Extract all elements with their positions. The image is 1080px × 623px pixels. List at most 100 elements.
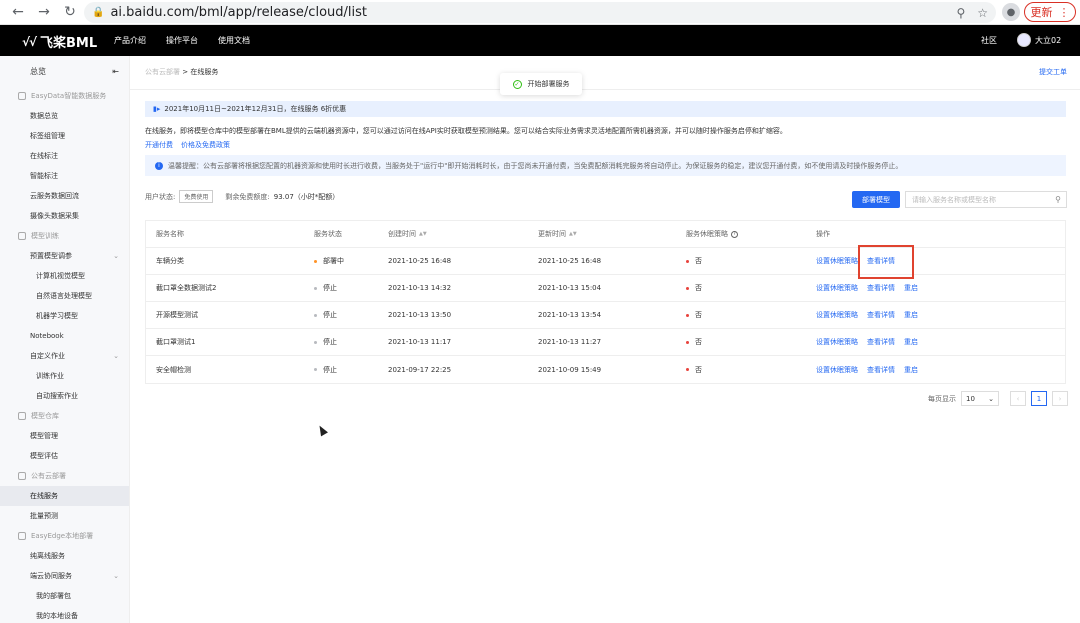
- sidebar-item-edge-cloud-service[interactable]: 端云协同服务 ⌄: [0, 566, 129, 586]
- address-bar[interactable]: 🔒 ai.baidu.com/bml/app/release/cloud/lis…: [84, 2, 996, 23]
- repository-icon: [18, 412, 26, 420]
- sidebar-item-ml-model[interactable]: 机器学习模型: [0, 306, 129, 326]
- sleep-dot: [686, 286, 689, 290]
- restart-link[interactable]: 重启: [904, 310, 918, 320]
- prev-page-button[interactable]: ‹: [1010, 391, 1026, 406]
- breadcrumb-parent[interactable]: 公有云部署: [145, 68, 180, 76]
- col-updated[interactable]: 更新时间 ▲▼: [528, 229, 676, 239]
- update-label: 更新: [1030, 6, 1053, 19]
- sidebar-item-data-reflow[interactable]: 云服务数据回流: [0, 186, 129, 206]
- per-page-select[interactable]: 10 ⌄: [961, 391, 999, 406]
- edge-device-icon: [18, 532, 26, 540]
- col-name: 服务名称: [146, 229, 304, 239]
- sidebar-item-model-eval[interactable]: 模型评估: [0, 446, 129, 466]
- table-row: 安全帽检测 停止 2021-09-17 22:25 2021-10-09 15:…: [146, 356, 1065, 383]
- chevron-down-icon: ⌄: [113, 252, 119, 260]
- status-dot-stopped: [314, 313, 317, 317]
- bookmark-star-icon[interactable]: ☆: [977, 6, 988, 20]
- sidebar-item-label: 批量预测: [30, 512, 58, 520]
- menu-item-docs[interactable]: 使用文档: [218, 35, 250, 46]
- status-dot-stopped: [314, 286, 317, 290]
- collapse-menu-icon[interactable]: ⇤: [112, 67, 119, 76]
- page-number-button[interactable]: 1: [1031, 391, 1047, 406]
- sidebar-item-custom-job[interactable]: 自定义作业 ⌄: [0, 346, 129, 366]
- view-detail-link[interactable]: 查看详情: [867, 337, 895, 347]
- sidebar-item-camera-collect[interactable]: 摄像头数据采集: [0, 206, 129, 226]
- update-button[interactable]: 更新 ⋮: [1024, 2, 1076, 22]
- reload-icon[interactable]: ↻: [60, 2, 80, 22]
- sleep-text: 否: [695, 338, 702, 346]
- sidebar-item-label-groups[interactable]: 标签组管理: [0, 126, 129, 146]
- profile-icon[interactable]: ●: [1002, 3, 1020, 21]
- open-payment-link[interactable]: 开通付费: [145, 140, 173, 150]
- sidebar-group-easydata: EasyData智能数据服务: [0, 86, 129, 106]
- menu-item-product[interactable]: 产品介绍: [114, 35, 146, 46]
- menu-item-platform[interactable]: 操作平台: [166, 35, 198, 46]
- sidebar-item-label: 模型评估: [30, 452, 58, 460]
- sidebar-item-smart-label[interactable]: 智能标注: [0, 166, 129, 186]
- sidebar-item-notebook[interactable]: Notebook: [0, 326, 129, 346]
- sidebar-item-model-manage[interactable]: 模型管理: [0, 426, 129, 446]
- sidebar-item-offline-service[interactable]: 纯离线服务: [0, 546, 129, 566]
- cell-ops: 设置休眠策略 查看详情: [806, 256, 1065, 266]
- cell-status: 停止: [304, 337, 378, 347]
- deploy-model-button[interactable]: 部署模型: [852, 191, 900, 208]
- cell-ops: 设置休眠策略 查看详情 重启: [806, 337, 1065, 347]
- sidebar-group-model-repo: 模型仓库: [0, 406, 129, 426]
- sidebar-item-train-job[interactable]: 训练作业: [0, 366, 129, 386]
- cell-status: 停止: [304, 365, 378, 375]
- sort-icon[interactable]: ▲▼: [419, 231, 427, 237]
- zoom-icon[interactable]: ⚲: [956, 6, 965, 20]
- sidebar-item-my-packages[interactable]: 我的部署包: [0, 586, 129, 606]
- set-sleep-link[interactable]: 设置休眠策略: [816, 283, 858, 293]
- search-input[interactable]: 请输入服务名称或模型名称 ⚲: [905, 191, 1067, 208]
- col-created[interactable]: 创建时间 ▲▼: [378, 229, 528, 239]
- community-link[interactable]: 社区: [981, 35, 997, 46]
- sidebar-item-my-devices[interactable]: 我的本地设备: [0, 606, 129, 623]
- cell-ops: 设置休眠策略 查看详情 重启: [806, 310, 1065, 320]
- view-detail-link[interactable]: 查看详情: [867, 365, 895, 375]
- sidebar-item-nlp-model[interactable]: 自然语言处理模型: [0, 286, 129, 306]
- sidebar-group-label: EasyEdge本地部署: [31, 532, 94, 540]
- sidebar-item-online-label[interactable]: 在线标注: [0, 146, 129, 166]
- submit-ticket-link[interactable]: 提交工单: [1039, 67, 1067, 77]
- promo-notice: ▮▸ 2021年10月11日~2021年12月31日，在线服务 6折优惠: [145, 101, 1066, 117]
- price-policy-link[interactable]: 价格及免费政策: [181, 140, 230, 150]
- sidebar-item-data-overview[interactable]: 数据总览: [0, 106, 129, 126]
- top-navigation: √√ 飞桨BML 产品介绍 操作平台 使用文档 社区 大立02: [0, 25, 1080, 56]
- back-icon[interactable]: ←: [8, 2, 28, 22]
- sidebar-item-label: 我的本地设备: [36, 612, 78, 620]
- sidebar-overview[interactable]: 总览 ⇤: [0, 56, 129, 86]
- user-status-label: 用户状态:: [145, 192, 176, 201]
- sidebar-item-batch-predict[interactable]: 批量预测: [0, 506, 129, 526]
- sidebar-item-label: 摄像头数据采集: [30, 212, 79, 220]
- cell-name: 安全帽检测: [156, 365, 191, 374]
- next-page-button[interactable]: ›: [1052, 391, 1068, 406]
- restart-link[interactable]: 重启: [904, 365, 918, 375]
- col-label: 服务休眠策略: [686, 230, 728, 238]
- toast-notification: ✓ 开始部署服务: [500, 73, 582, 95]
- search-icon[interactable]: ⚲: [1055, 195, 1061, 204]
- sidebar-item-auto-search-job[interactable]: 自动搜索作业: [0, 386, 129, 406]
- user-menu[interactable]: 大立02: [1017, 33, 1061, 47]
- view-detail-link[interactable]: 查看详情: [867, 283, 895, 293]
- logo[interactable]: √√ 飞桨BML: [22, 32, 97, 52]
- help-icon[interactable]: ?: [731, 230, 738, 238]
- restart-link[interactable]: 重启: [904, 337, 918, 347]
- set-sleep-link[interactable]: 设置休眠策略: [816, 310, 858, 320]
- status-text: 停止: [323, 338, 337, 346]
- restart-link[interactable]: 重启: [904, 283, 918, 293]
- view-detail-link[interactable]: 查看详情: [867, 310, 895, 320]
- sidebar-item-preset-tuning[interactable]: 预置模型调参 ⌄: [0, 246, 129, 266]
- sort-icon[interactable]: ▲▼: [569, 231, 577, 237]
- sidebar-item-online-service[interactable]: 在线服务: [0, 486, 129, 506]
- cell-created: 2021-10-13 14:32: [388, 284, 452, 292]
- sidebar-item-cv-model[interactable]: 计算机视觉模型: [0, 266, 129, 286]
- col-label: 服务状态: [314, 230, 342, 238]
- cell-created: 2021-10-13 11:17: [388, 338, 452, 346]
- forward-icon[interactable]: →: [34, 2, 54, 22]
- set-sleep-link[interactable]: 设置休眠策略: [816, 256, 858, 266]
- set-sleep-link[interactable]: 设置休眠策略: [816, 337, 858, 347]
- set-sleep-link[interactable]: 设置休眠策略: [816, 365, 858, 375]
- sidebar-item-label: Notebook: [30, 332, 64, 340]
